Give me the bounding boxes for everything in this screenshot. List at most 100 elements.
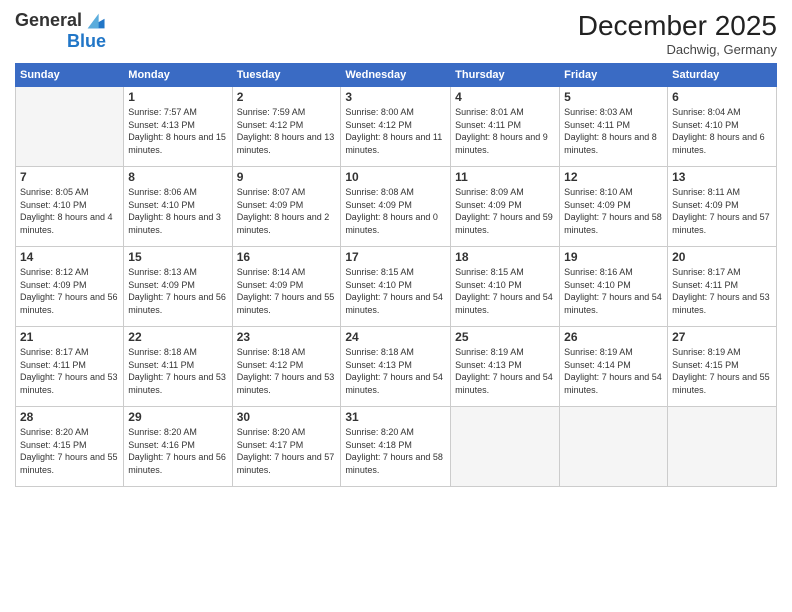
- header-sunday: Sunday: [16, 64, 124, 87]
- day-info: Sunrise: 8:14 AMSunset: 4:09 PMDaylight:…: [237, 266, 337, 316]
- calendar-cell: 6 Sunrise: 8:04 AMSunset: 4:10 PMDaylight…: [668, 87, 777, 167]
- calendar-cell: 29 Sunrise: 8:20 AMSunset: 4:16 PMDayligh…: [124, 407, 232, 487]
- calendar-cell: 17 Sunrise: 8:15 AMSunset: 4:10 PMDayligh…: [341, 247, 451, 327]
- day-number: 4: [455, 90, 555, 104]
- day-number: 21: [20, 330, 119, 344]
- calendar-header-row: Sunday Monday Tuesday Wednesday Thursday…: [16, 64, 777, 87]
- day-info: Sunrise: 8:00 AMSunset: 4:12 PMDaylight:…: [345, 106, 446, 156]
- calendar-table: Sunday Monday Tuesday Wednesday Thursday…: [15, 63, 777, 487]
- day-number: 29: [128, 410, 227, 424]
- header-tuesday: Tuesday: [232, 64, 341, 87]
- day-number: 6: [672, 90, 772, 104]
- day-info: Sunrise: 8:10 AMSunset: 4:09 PMDaylight:…: [564, 186, 663, 236]
- calendar-cell: 28Sunrise: 8:20 AMSunset: 4:15 PMDayligh…: [16, 407, 124, 487]
- header-thursday: Thursday: [451, 64, 560, 87]
- calendar-cell: 15 Sunrise: 8:13 AMSunset: 4:09 PMDayligh…: [124, 247, 232, 327]
- day-info: Sunrise: 8:13 AMSunset: 4:09 PMDaylight:…: [128, 266, 227, 316]
- header-wednesday: Wednesday: [341, 64, 451, 87]
- day-info: Sunrise: 8:20 AMSunset: 4:17 PMDaylight:…: [237, 426, 337, 476]
- day-number: 22: [128, 330, 227, 344]
- day-info: Sunrise: 8:15 AMSunset: 4:10 PMDaylight:…: [345, 266, 446, 316]
- calendar-cell: 16 Sunrise: 8:14 AMSunset: 4:09 PMDayligh…: [232, 247, 341, 327]
- day-info: Sunrise: 8:09 AMSunset: 4:09 PMDaylight:…: [455, 186, 555, 236]
- day-info: Sunrise: 8:08 AMSunset: 4:09 PMDaylight:…: [345, 186, 446, 236]
- day-number: 26: [564, 330, 663, 344]
- calendar-cell: [16, 87, 124, 167]
- calendar-cell: [560, 407, 668, 487]
- day-number: 25: [455, 330, 555, 344]
- day-info: Sunrise: 8:17 AMSunset: 4:11 PMDaylight:…: [20, 346, 119, 396]
- logo-blue-text: Blue: [67, 32, 106, 52]
- calendar-cell: 21 Sunrise: 8:17 AMSunset: 4:11 PMDayligh…: [16, 327, 124, 407]
- calendar-cell: 20 Sunrise: 8:17 AMSunset: 4:11 PMDayligh…: [668, 247, 777, 327]
- calendar-cell: 11 Sunrise: 8:09 AMSunset: 4:09 PMDayligh…: [451, 167, 560, 247]
- calendar-cell: 18Sunrise: 8:15 AMSunset: 4:10 PMDayligh…: [451, 247, 560, 327]
- month-title: December 2025: [578, 10, 777, 42]
- calendar-cell: 31 Sunrise: 8:20 AMSunset: 4:18 PMDayligh…: [341, 407, 451, 487]
- logo-general-text: General: [15, 11, 82, 31]
- day-number: 13: [672, 170, 772, 184]
- calendar-cell: 9Sunrise: 8:07 AMSunset: 4:09 PMDaylight…: [232, 167, 341, 247]
- calendar-cell: 26Sunrise: 8:19 AMSunset: 4:14 PMDayligh…: [560, 327, 668, 407]
- calendar-cell: 10 Sunrise: 8:08 AMSunset: 4:09 PMDayligh…: [341, 167, 451, 247]
- day-info: Sunrise: 8:06 AMSunset: 4:10 PMDaylight:…: [128, 186, 227, 236]
- calendar-cell: 1Sunrise: 7:57 AMSunset: 4:13 PMDaylight…: [124, 87, 232, 167]
- day-info: Sunrise: 8:17 AMSunset: 4:11 PMDaylight:…: [672, 266, 772, 316]
- header-row: General Blue December 2025 Dachwig, Germ…: [15, 10, 777, 57]
- day-info: Sunrise: 8:20 AMSunset: 4:18 PMDaylight:…: [345, 426, 446, 476]
- day-info: Sunrise: 8:18 AMSunset: 4:13 PMDaylight:…: [345, 346, 446, 396]
- day-number: 10: [345, 170, 446, 184]
- calendar-cell: 4 Sunrise: 8:01 AMSunset: 4:11 PMDaylight…: [451, 87, 560, 167]
- day-number: 17: [345, 250, 446, 264]
- day-number: 11: [455, 170, 555, 184]
- calendar-cell: 8Sunrise: 8:06 AMSunset: 4:10 PMDaylight…: [124, 167, 232, 247]
- day-info: Sunrise: 8:18 AMSunset: 4:11 PMDaylight:…: [128, 346, 227, 396]
- location-subtitle: Dachwig, Germany: [578, 42, 777, 57]
- day-number: 19: [564, 250, 663, 264]
- day-number: 27: [672, 330, 772, 344]
- calendar-cell: 23Sunrise: 8:18 AMSunset: 4:12 PMDayligh…: [232, 327, 341, 407]
- day-info: Sunrise: 8:16 AMSunset: 4:10 PMDaylight:…: [564, 266, 663, 316]
- day-number: 5: [564, 90, 663, 104]
- calendar-cell: [668, 407, 777, 487]
- header-saturday: Saturday: [668, 64, 777, 87]
- day-info: Sunrise: 7:57 AMSunset: 4:13 PMDaylight:…: [128, 106, 227, 156]
- day-number: 31: [345, 410, 446, 424]
- header-friday: Friday: [560, 64, 668, 87]
- calendar-cell: 19 Sunrise: 8:16 AMSunset: 4:10 PMDayligh…: [560, 247, 668, 327]
- day-number: 7: [20, 170, 119, 184]
- day-number: 23: [237, 330, 337, 344]
- day-number: 2: [237, 90, 337, 104]
- day-info: Sunrise: 8:11 AMSunset: 4:09 PMDaylight:…: [672, 186, 772, 236]
- day-info: Sunrise: 8:15 AMSunset: 4:10 PMDaylight:…: [455, 266, 555, 316]
- title-block: December 2025 Dachwig, Germany: [578, 10, 777, 57]
- day-info: Sunrise: 8:01 AMSunset: 4:11 PMDaylight:…: [455, 106, 555, 156]
- calendar-cell: 27 Sunrise: 8:19 AMSunset: 4:15 PMDayligh…: [668, 327, 777, 407]
- day-number: 20: [672, 250, 772, 264]
- calendar-cell: 3 Sunrise: 8:00 AMSunset: 4:12 PMDaylight…: [341, 87, 451, 167]
- header-monday: Monday: [124, 64, 232, 87]
- day-info: Sunrise: 8:04 AMSunset: 4:10 PMDaylight:…: [672, 106, 772, 156]
- calendar-cell: 30 Sunrise: 8:20 AMSunset: 4:17 PMDayligh…: [232, 407, 341, 487]
- calendar-cell: 24Sunrise: 8:18 AMSunset: 4:13 PMDayligh…: [341, 327, 451, 407]
- calendar-cell: 22 Sunrise: 8:18 AMSunset: 4:11 PMDayligh…: [124, 327, 232, 407]
- day-info: Sunrise: 8:03 AMSunset: 4:11 PMDaylight:…: [564, 106, 663, 156]
- calendar-cell: 7 Sunrise: 8:05 AMSunset: 4:10 PMDaylight…: [16, 167, 124, 247]
- day-info: Sunrise: 8:05 AMSunset: 4:10 PMDaylight:…: [20, 186, 119, 236]
- day-info: Sunrise: 8:19 AMSunset: 4:15 PMDaylight:…: [672, 346, 772, 396]
- day-info: Sunrise: 8:20 AMSunset: 4:16 PMDaylight:…: [128, 426, 227, 476]
- day-number: 12: [564, 170, 663, 184]
- day-number: 30: [237, 410, 337, 424]
- day-number: 3: [345, 90, 446, 104]
- calendar-cell: [451, 407, 560, 487]
- calendar-cell: 2 Sunrise: 7:59 AMSunset: 4:12 PMDaylight…: [232, 87, 341, 167]
- day-number: 9: [237, 170, 337, 184]
- day-number: 28: [20, 410, 119, 424]
- calendar-cell: 5 Sunrise: 8:03 AMSunset: 4:11 PMDaylight…: [560, 87, 668, 167]
- calendar-cell: 12 Sunrise: 8:10 AMSunset: 4:09 PMDayligh…: [560, 167, 668, 247]
- page-container: General Blue December 2025 Dachwig, Germ…: [0, 0, 792, 497]
- day-info: Sunrise: 7:59 AMSunset: 4:12 PMDaylight:…: [237, 106, 337, 156]
- day-number: 16: [237, 250, 337, 264]
- day-info: Sunrise: 8:12 AMSunset: 4:09 PMDaylight:…: [20, 266, 119, 316]
- day-number: 15: [128, 250, 227, 264]
